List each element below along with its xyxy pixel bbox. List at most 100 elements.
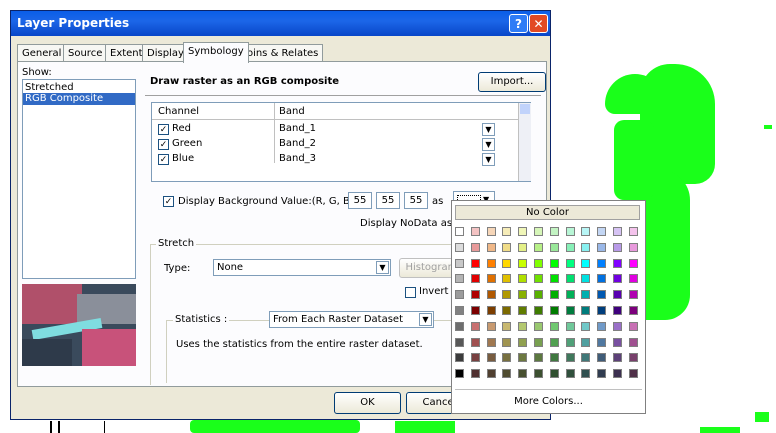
color-swatch[interactable] xyxy=(534,337,543,347)
color-swatch[interactable] xyxy=(502,227,512,236)
color-swatch[interactable] xyxy=(613,369,622,379)
tab-general[interactable]: General xyxy=(17,44,67,62)
color-swatch[interactable] xyxy=(455,274,464,284)
statistics-dropdown-icon[interactable]: ▼ xyxy=(419,313,432,326)
color-swatch[interactable] xyxy=(597,290,607,300)
color-swatch[interactable] xyxy=(613,274,622,284)
color-swatch[interactable] xyxy=(581,242,591,252)
color-swatch[interactable] xyxy=(470,337,480,347)
color-swatch[interactable] xyxy=(628,290,638,300)
color-swatch[interactable] xyxy=(534,258,543,268)
tab-symbology[interactable]: Symbology xyxy=(183,42,249,63)
color-swatch[interactable] xyxy=(597,227,607,236)
color-swatch[interactable] xyxy=(518,353,528,363)
color-swatch[interactable] xyxy=(486,242,496,252)
color-swatch[interactable] xyxy=(486,321,496,331)
color-swatch[interactable] xyxy=(581,227,591,236)
tab-display[interactable]: Display xyxy=(142,44,189,62)
color-swatch[interactable] xyxy=(581,258,591,268)
background-r-input[interactable]: 55 xyxy=(348,192,372,209)
color-swatch[interactable] xyxy=(502,369,512,379)
scroll-up-arrow-icon[interactable] xyxy=(520,104,530,114)
color-swatch[interactable] xyxy=(534,290,543,300)
color-swatch[interactable] xyxy=(597,353,607,363)
show-list[interactable]: Stretched RGB Composite xyxy=(22,79,136,279)
color-swatch[interactable] xyxy=(565,337,575,347)
color-swatch[interactable] xyxy=(565,306,575,315)
color-swatch[interactable] xyxy=(502,274,512,284)
color-swatch[interactable] xyxy=(581,306,591,315)
color-swatch[interactable] xyxy=(534,274,543,284)
color-swatch[interactable] xyxy=(549,258,559,268)
color-swatch[interactable] xyxy=(613,227,622,236)
color-swatch[interactable] xyxy=(455,353,464,363)
color-swatch[interactable] xyxy=(518,369,528,379)
color-swatch[interactable] xyxy=(549,337,559,347)
blue-band-dropdown-icon[interactable]: ▼ xyxy=(482,153,495,166)
color-swatch[interactable] xyxy=(502,321,512,331)
statistics-dropdown[interactable]: From Each Raster Dataset ▼ xyxy=(269,311,434,328)
color-swatch[interactable] xyxy=(534,306,543,315)
color-swatch[interactable] xyxy=(470,242,480,252)
color-swatch[interactable] xyxy=(549,306,559,315)
invert-checkbox[interactable] xyxy=(405,287,416,298)
color-swatch[interactable] xyxy=(597,274,607,284)
help-button[interactable]: ? xyxy=(509,14,528,33)
color-swatch[interactable] xyxy=(486,369,496,379)
color-swatch[interactable] xyxy=(581,337,591,347)
green-band-value[interactable]: Band_2 xyxy=(279,138,316,149)
color-swatch[interactable] xyxy=(502,242,512,252)
color-swatch[interactable] xyxy=(455,227,464,236)
color-swatch[interactable] xyxy=(613,337,622,347)
show-item-rgb-composite[interactable]: RGB Composite xyxy=(23,93,135,105)
color-swatch[interactable] xyxy=(455,290,464,300)
ok-button[interactable]: OK xyxy=(334,392,401,414)
color-swatch[interactable] xyxy=(470,321,480,331)
import-button[interactable]: Import... xyxy=(478,72,546,92)
color-swatch[interactable] xyxy=(518,227,528,236)
color-swatch[interactable] xyxy=(597,337,607,347)
color-swatch[interactable] xyxy=(581,353,591,363)
color-swatch[interactable] xyxy=(534,369,543,379)
color-swatch[interactable] xyxy=(455,258,464,268)
color-swatch[interactable] xyxy=(518,290,528,300)
green-checkbox[interactable]: ✓ xyxy=(158,139,169,150)
color-swatch[interactable] xyxy=(549,353,559,363)
color-swatch[interactable] xyxy=(534,242,543,252)
color-swatch[interactable] xyxy=(628,353,638,363)
color-swatch[interactable] xyxy=(628,321,638,331)
red-checkbox[interactable]: ✓ xyxy=(158,124,169,135)
color-swatch[interactable] xyxy=(628,306,638,315)
color-swatch[interactable] xyxy=(518,306,528,315)
color-swatch[interactable] xyxy=(518,258,528,268)
color-swatch[interactable] xyxy=(565,242,575,252)
color-swatch[interactable] xyxy=(613,321,622,331)
color-swatch[interactable] xyxy=(470,306,480,315)
color-swatch[interactable] xyxy=(613,290,622,300)
color-swatch[interactable] xyxy=(534,227,543,236)
color-swatch[interactable] xyxy=(581,290,591,300)
color-swatch[interactable] xyxy=(581,321,591,331)
color-swatch[interactable] xyxy=(518,274,528,284)
color-swatch[interactable] xyxy=(628,337,638,347)
color-swatch[interactable] xyxy=(502,290,512,300)
color-swatch[interactable] xyxy=(518,337,528,347)
tab-joins-relates[interactable]: Joins & Relates xyxy=(239,44,324,62)
color-swatch[interactable] xyxy=(565,290,575,300)
color-swatch[interactable] xyxy=(486,227,496,236)
color-swatch[interactable] xyxy=(534,321,543,331)
color-swatch[interactable] xyxy=(628,227,638,236)
color-swatch[interactable] xyxy=(613,258,622,268)
tab-source[interactable]: Source xyxy=(63,44,108,62)
color-swatch[interactable] xyxy=(455,321,464,331)
color-swatch[interactable] xyxy=(565,369,575,379)
color-swatch[interactable] xyxy=(502,306,512,315)
color-swatch[interactable] xyxy=(628,274,638,284)
color-swatch[interactable] xyxy=(534,353,543,363)
green-band-dropdown-icon[interactable]: ▼ xyxy=(482,138,495,151)
color-swatch[interactable] xyxy=(502,337,512,347)
color-swatch[interactable] xyxy=(486,274,496,284)
blue-band-value[interactable]: Band_3 xyxy=(279,153,316,164)
color-swatch[interactable] xyxy=(470,258,480,268)
color-swatch[interactable] xyxy=(486,258,496,268)
